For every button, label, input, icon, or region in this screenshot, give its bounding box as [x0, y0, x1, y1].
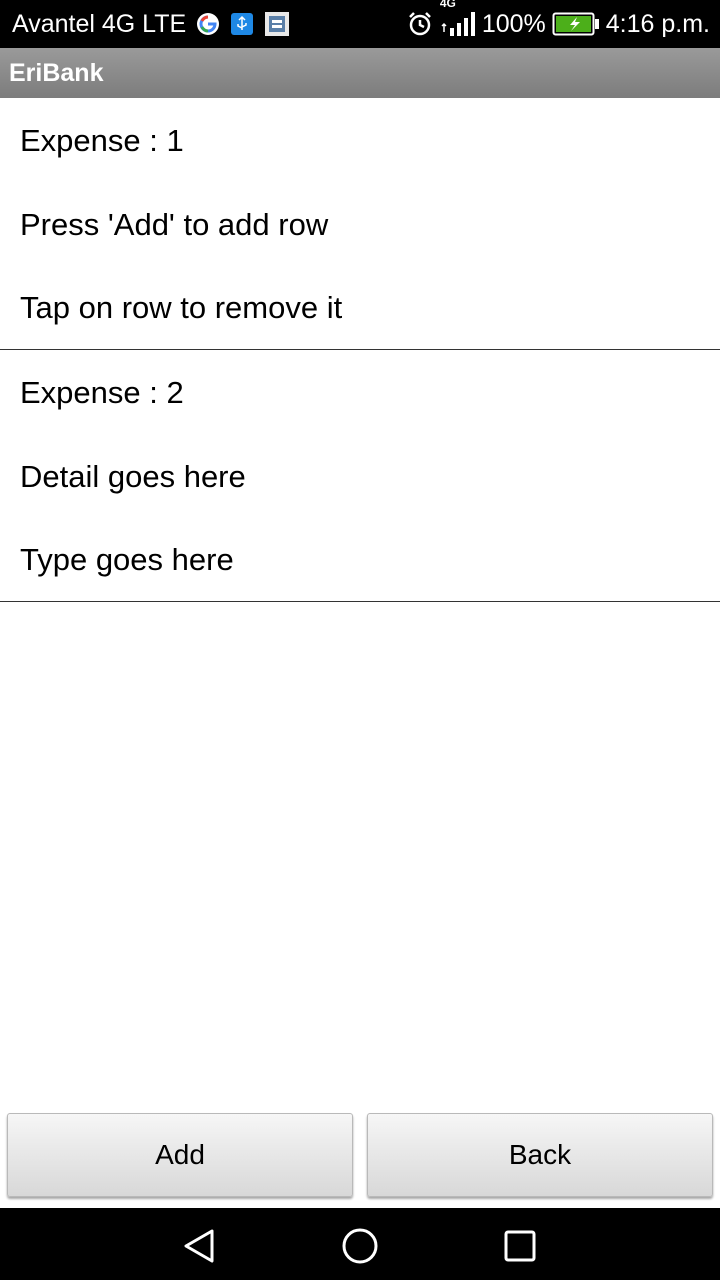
- back-triangle-icon[interactable]: [180, 1226, 220, 1266]
- usb-icon: [230, 12, 254, 36]
- status-bar: Avantel 4G LTE 4G 100% 4:16 p.m.: [0, 0, 720, 48]
- action-buttons: Add Back: [0, 1113, 720, 1197]
- signal-icon: 4G: [440, 0, 476, 38]
- carrier-label: Avantel 4G LTE: [12, 9, 187, 38]
- notification-app-icon: [264, 11, 290, 37]
- network-type-label: 4G: [439, 0, 456, 10]
- app-title: EriBank: [9, 58, 104, 87]
- expense-type: Type goes here: [20, 541, 234, 577]
- expense-type: Tap on row to remove it: [20, 289, 343, 325]
- add-button[interactable]: Add: [7, 1113, 353, 1197]
- battery-percent: 100%: [481, 9, 546, 38]
- expense-detail: Press 'Add' to add row: [20, 206, 329, 242]
- back-button[interactable]: Back: [367, 1113, 713, 1197]
- expense-list: Expense : 1 Press 'Add' to add row Tap o…: [0, 98, 720, 602]
- alarm-icon: [406, 10, 434, 38]
- recents-square-icon[interactable]: [500, 1226, 540, 1266]
- app-title-bar: EriBank: [0, 48, 720, 98]
- list-item[interactable]: Expense : 1 Press 'Add' to add row Tap o…: [0, 98, 720, 350]
- clock: 4:16 p.m.: [605, 9, 710, 38]
- expense-title: Expense : 1: [20, 122, 184, 158]
- list-item[interactable]: Expense : 2 Detail goes here Type goes h…: [0, 350, 720, 602]
- battery-charging-icon: [552, 11, 600, 37]
- expense-detail: Detail goes here: [20, 458, 246, 494]
- expense-title: Expense : 2: [20, 374, 184, 410]
- navigation-bar: [0, 1208, 720, 1280]
- google-icon: [196, 12, 220, 36]
- home-circle-icon[interactable]: [340, 1226, 380, 1266]
